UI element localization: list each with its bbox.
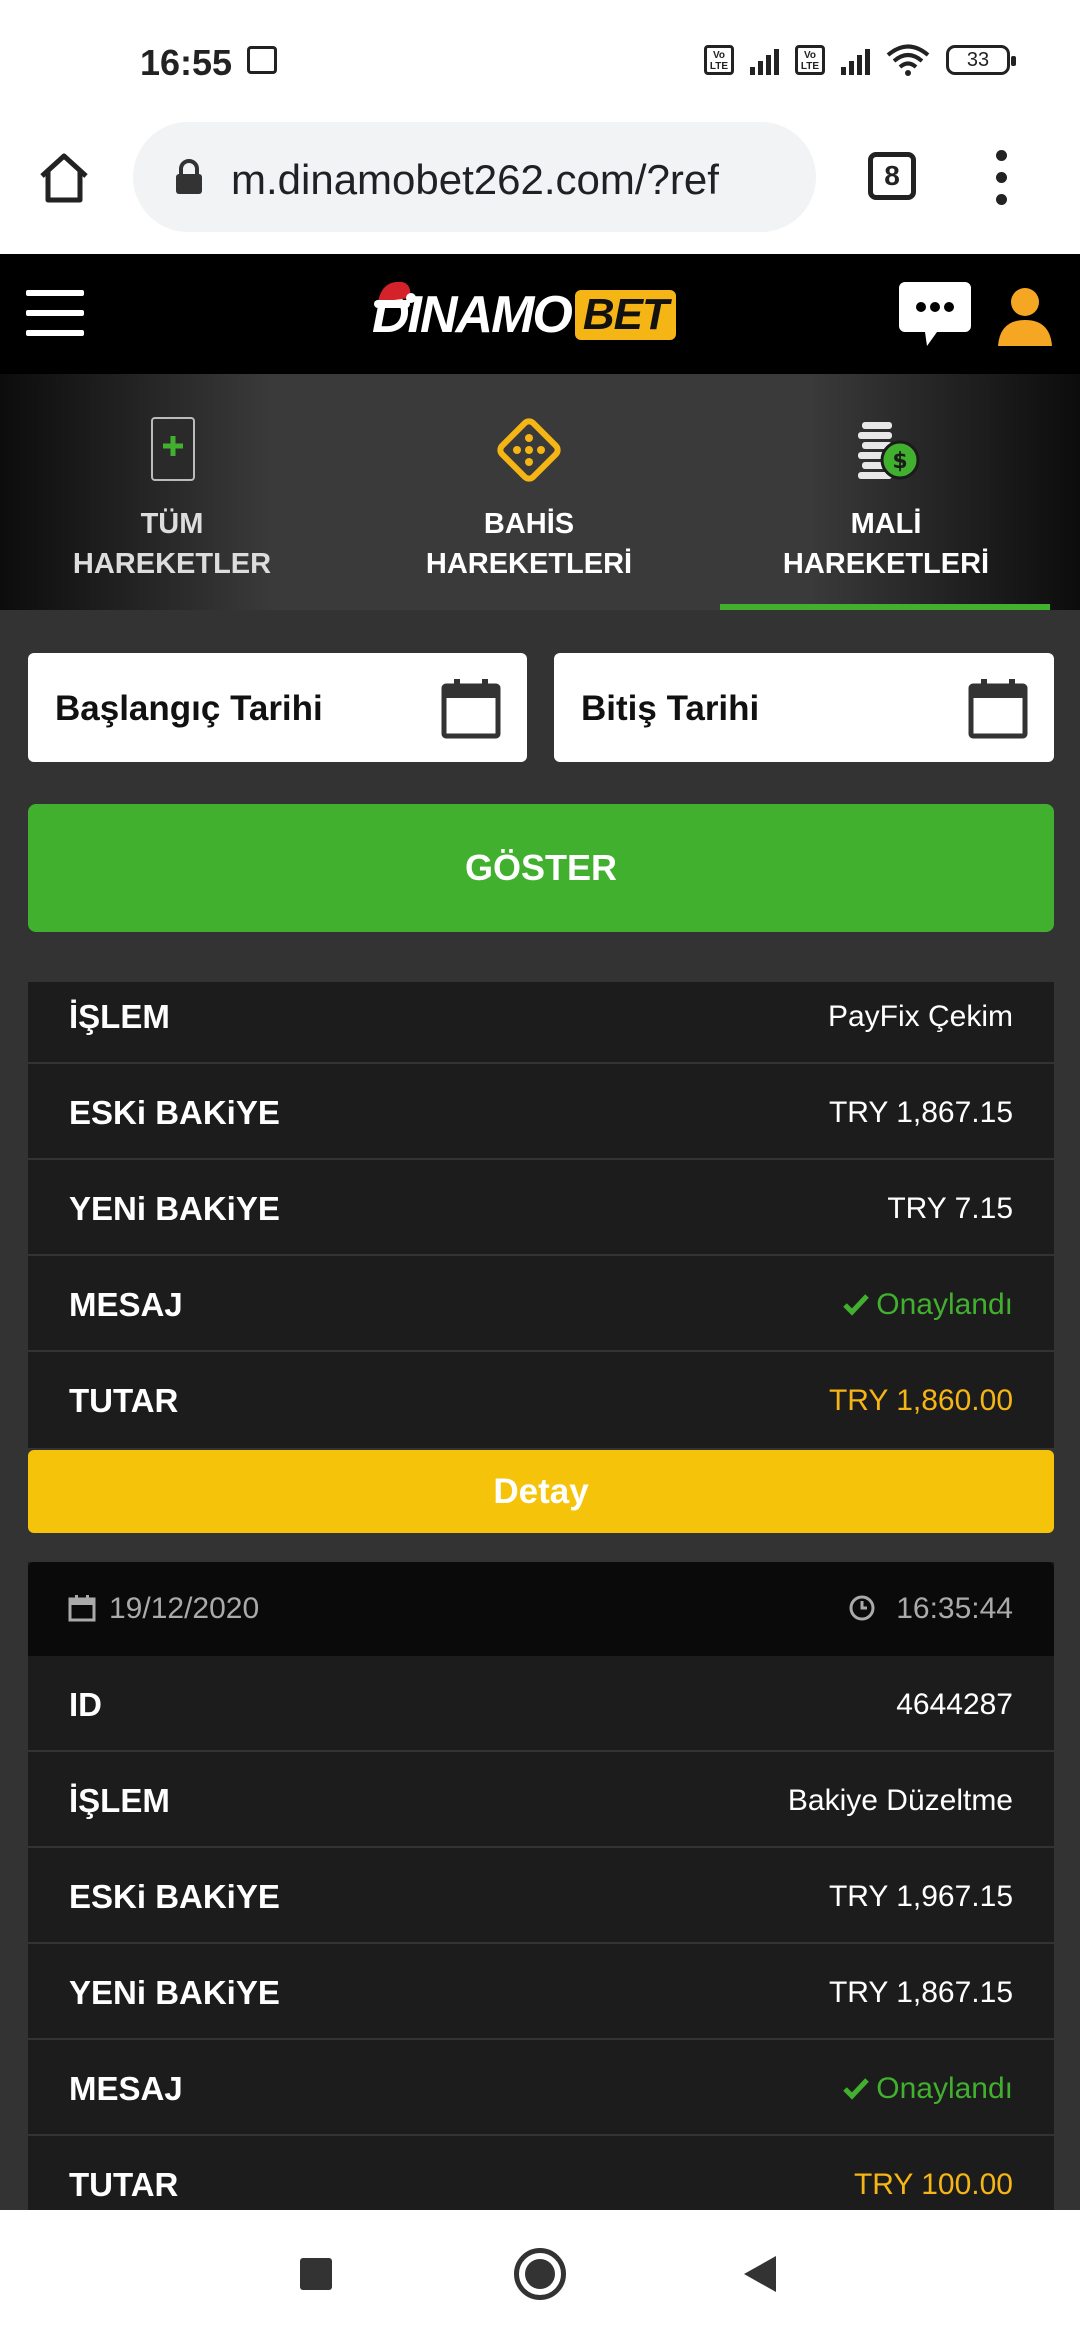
row-label: YENi BAKiYE — [69, 1190, 280, 1227]
table-row: YENi BAKiYE TRY 7.15 — [28, 1160, 1054, 1256]
row-value: Bakiye Düzeltme — [787, 1784, 1013, 1817]
url-text: m.dinamobet262.com/?ref — [231, 156, 719, 203]
row-label: TUTAR — [69, 1382, 179, 1419]
transaction-tabs: TÜM HAREKETLER BAHİS HAREKETLERİ $ MALİ … — [0, 374, 1080, 610]
plus-icon — [151, 417, 195, 481]
coins-icon: $ — [858, 422, 920, 480]
tab-label: MALİ HAREKETLERİ — [782, 508, 990, 580]
calendar-icon — [441, 679, 501, 739]
signal-icon — [750, 45, 779, 75]
row-value: PayFix Çekim — [827, 1000, 1013, 1033]
row-label: YENi BAKiYE — [69, 1974, 280, 2011]
dice-icon — [497, 418, 561, 482]
chat-icon[interactable] — [897, 280, 973, 352]
user-icon[interactable] — [994, 284, 1056, 348]
hamburger-menu-icon[interactable] — [26, 290, 84, 336]
active-tab-indicator — [720, 604, 1050, 610]
row-label: İŞLEM — [69, 1782, 170, 1819]
volte-icon: Vo LTE — [704, 45, 734, 75]
signal-icon-2 — [841, 45, 870, 75]
status-time: 16:55 — [140, 42, 233, 83]
row-label: ESKi BAKiYE — [69, 1878, 280, 1915]
transaction-time: 16:35:44 — [896, 1592, 1013, 1625]
table-row: TUTAR TRY 1,860.00 — [28, 1352, 1054, 1448]
start-date-label: Başlangıç Tarihi — [55, 689, 323, 728]
amount-value: TRY 1,860.00 — [828, 1384, 1013, 1417]
status-value: Onaylandı — [842, 1288, 1013, 1322]
transaction-card: İŞLEM PayFix Çekim ESKi BAKiYE TRY 1,867… — [28, 982, 1054, 1448]
battery-icon: 33 — [946, 45, 1016, 75]
tab-bet-transactions[interactable]: BAHİS HAREKETLERİ — [359, 374, 699, 610]
status-indicators: Vo LTE Vo LTE 33 — [704, 44, 1016, 76]
calendar-icon — [68, 1595, 96, 1622]
browser-toolbar: m.dinamobet262.com/?ref 8 — [0, 120, 1080, 254]
transaction-card: 19/12/2020 16:35:44 ID 4644287 İŞLEM Bak… — [28, 1562, 1054, 2232]
row-label: TUTAR — [69, 2166, 179, 2203]
table-row: ID 4644287 — [28, 1656, 1054, 1752]
table-row: YENi BAKiYE TRY 1,867.15 — [28, 1944, 1054, 2040]
end-date-field[interactable]: Bitiş Tarihi — [554, 653, 1054, 762]
check-icon — [843, 1294, 870, 1316]
detail-button[interactable]: Detay — [28, 1450, 1054, 1533]
site-header: DINAMO BET — [0, 254, 1080, 374]
amount-value: TRY 100.00 — [853, 2168, 1013, 2201]
volte-icon-2: Vo LTE — [795, 45, 825, 75]
status-text: Onaylandı — [876, 1288, 1013, 1321]
logo-bet-text: BET — [574, 290, 676, 340]
tab-label: BAHİS HAREKETLERİ — [425, 508, 633, 580]
row-value: TRY 1,967.15 — [828, 1880, 1013, 1913]
table-row: ESKi BAKiYE TRY 1,867.15 — [28, 1064, 1054, 1160]
system-nav-bar — [0, 2210, 1080, 2340]
table-row: İŞLEM PayFix Çekim — [28, 982, 1054, 1064]
status-value: Onaylandı — [842, 2072, 1013, 2106]
tab-financial-transactions[interactable]: $ MALİ HAREKETLERİ — [716, 374, 1056, 610]
home-icon[interactable] — [34, 148, 94, 208]
row-value: TRY 1,867.15 — [828, 1096, 1013, 1129]
row-label: MESAJ — [69, 2070, 183, 2107]
row-value: TRY 1,867.15 — [828, 1976, 1013, 2009]
table-row: ESKi BAKiYE TRY 1,967.15 — [28, 1848, 1054, 1944]
row-value: TRY 7.15 — [887, 1192, 1013, 1225]
santa-hat-icon — [374, 281, 416, 308]
wifi-icon — [886, 44, 930, 76]
recents-button[interactable] — [300, 2258, 332, 2290]
tab-all-transactions[interactable]: TÜM HAREKETLER — [2, 374, 342, 610]
status-text: Onaylandı — [876, 2072, 1013, 2105]
site-logo[interactable]: DINAMO BET — [372, 280, 676, 350]
lock-icon — [176, 159, 202, 194]
status-bar: 16:55 Vo LTE Vo LTE 33 — [0, 0, 1080, 120]
table-row: MESAJ Onaylandı — [28, 2040, 1054, 2136]
notification-icon — [247, 46, 277, 74]
row-label: ID — [69, 1686, 102, 1723]
more-options-icon[interactable] — [992, 150, 1012, 206]
row-label: ESKi BAKiYE — [69, 1094, 280, 1131]
row-value: 4644287 — [896, 1688, 1013, 1721]
start-date-field[interactable]: Başlangıç Tarihi — [28, 653, 527, 762]
transaction-date: 19/12/2020 — [109, 1592, 260, 1625]
card-header: 19/12/2020 16:35:44 — [28, 1562, 1054, 1656]
table-row: MESAJ Onaylandı — [28, 1256, 1054, 1352]
svg-text:$: $ — [892, 449, 907, 474]
row-label: MESAJ — [69, 1286, 183, 1323]
row-label: İŞLEM — [69, 998, 170, 1035]
tab-label: TÜM HAREKETLER — [72, 508, 272, 580]
tab-switcher-button[interactable]: 8 — [868, 152, 916, 200]
back-button[interactable] — [744, 2256, 776, 2292]
table-row: İŞLEM Bakiye Düzeltme — [28, 1752, 1054, 1848]
address-bar[interactable]: m.dinamobet262.com/?ref — [133, 122, 816, 232]
check-icon — [843, 2078, 870, 2100]
calendar-icon — [968, 679, 1028, 739]
end-date-label: Bitiş Tarihi — [581, 689, 760, 728]
show-button[interactable]: GÖSTER — [28, 804, 1054, 932]
home-button[interactable] — [514, 2248, 566, 2300]
clock-icon — [849, 1595, 875, 1621]
